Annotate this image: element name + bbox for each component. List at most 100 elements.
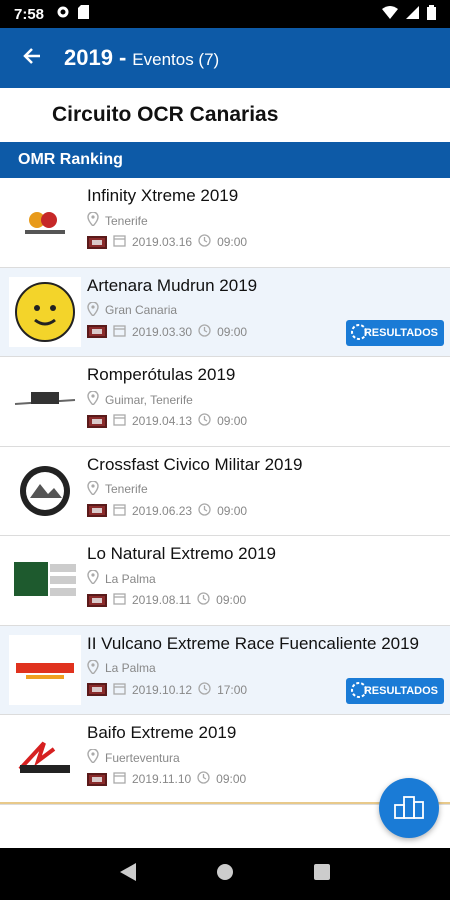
back-button[interactable] xyxy=(0,28,64,88)
event-row[interactable]: Lo Natural Extremo 2019 La Palma 2019.08… xyxy=(0,536,450,626)
event-location-text: Guimar, Tenerife xyxy=(105,392,193,407)
event-meta: 2019.03.16 09:00 xyxy=(87,234,247,250)
event-location-text: Fuerteventura xyxy=(105,750,180,765)
map-pin-icon xyxy=(87,479,99,498)
event-location-text: Tenerife xyxy=(105,213,148,228)
section-header: OMR Ranking xyxy=(0,142,450,178)
signal-icon xyxy=(406,5,419,23)
event-location-text: Gran Canaria xyxy=(105,303,178,317)
results-button[interactable]: RESULTADOS xyxy=(346,677,444,704)
calendar-icon xyxy=(113,592,126,608)
nav-back-icon[interactable] xyxy=(120,862,136,886)
event-location: La Palma xyxy=(87,658,156,677)
page-title: 2019 - Eventos (7) xyxy=(64,45,219,71)
calendar-icon xyxy=(113,234,126,250)
clock-icon xyxy=(198,323,211,340)
map-pin-icon xyxy=(87,211,99,229)
calendar-icon xyxy=(113,682,126,698)
app-bar: 2019 - Eventos (7) xyxy=(0,28,450,88)
canary-flag-icon xyxy=(87,325,107,338)
event-meta: 2019.08.11 09:00 xyxy=(87,592,246,608)
results-button-label: RESULTADOS xyxy=(363,326,438,339)
event-title: Lo Natural Extremo 2019 xyxy=(87,544,276,563)
event-location: Fuerteventura xyxy=(87,748,180,766)
clock-icon xyxy=(198,413,211,429)
event-location: Tenerife xyxy=(87,211,148,229)
event-row[interactable]: Infinity Xtreme 2019 Tenerife 2019.03.16… xyxy=(0,178,450,268)
calendar-icon xyxy=(113,771,126,787)
event-title: Romperótulas 2019 xyxy=(87,365,236,384)
event-meta: 2019.10.12 17:00 xyxy=(87,681,247,698)
clock-icon xyxy=(198,681,211,698)
badge-gear-icon xyxy=(348,321,370,343)
event-list: Infinity Xtreme 2019 Tenerife 2019.03.16… xyxy=(0,178,450,805)
event-title: Infinity Xtreme 2019 xyxy=(87,186,239,205)
event-logo xyxy=(9,724,81,794)
event-location-text: La Palma xyxy=(105,661,156,675)
ranking-podium-icon xyxy=(394,793,424,824)
title-subtitle: Eventos (7) xyxy=(132,50,220,69)
event-meta: 2019.03.30 09:00 xyxy=(87,323,248,340)
event-row[interactable]: Artenara Mudrun 2019 Gran Canaria 2019.0… xyxy=(0,267,450,357)
title-separator: - xyxy=(118,45,127,70)
calendar-icon xyxy=(113,413,126,429)
canary-flag-icon xyxy=(87,414,107,428)
event-date: 2019.11.10 xyxy=(132,772,192,786)
results-button-label: RESULTADOS xyxy=(363,684,438,697)
event-title: Artenara Mudrun 2019 xyxy=(87,275,258,295)
canary-flag-icon xyxy=(87,504,107,517)
map-pin-icon xyxy=(87,748,99,766)
clock-icon xyxy=(198,502,211,519)
event-row[interactable]: Crossfast Civico Militar 2019 Tenerife 2… xyxy=(0,446,450,536)
event-date: 2019.04.13 xyxy=(132,414,193,428)
canary-flag-icon xyxy=(87,683,107,696)
event-meta: 2019.06.23 09:00 xyxy=(87,502,248,519)
event-location: Tenerife xyxy=(87,479,148,498)
event-time: 09:00 xyxy=(217,324,248,339)
canary-flag-icon xyxy=(87,772,107,786)
event-title: II Vulcano Extreme Race Fuencaliente 201… xyxy=(87,633,420,653)
event-row[interactable]: Romperótulas 2019 Guimar, Tenerife 2019.… xyxy=(0,357,450,447)
ranking-fab-button[interactable] xyxy=(379,778,439,838)
event-logo xyxy=(9,455,81,526)
system-nav-bar xyxy=(0,848,450,900)
event-time: 09:00 xyxy=(217,235,248,249)
event-title: Crossfast Civico Militar 2019 xyxy=(87,454,303,474)
event-title: Baifo Extreme 2019 xyxy=(87,723,237,742)
event-meta: 2019.04.13 09:00 xyxy=(87,413,247,429)
map-pin-icon xyxy=(87,300,99,319)
circuit-name: Circuito OCR Canarias xyxy=(0,88,450,142)
status-bar: 7:58 xyxy=(0,0,450,28)
event-date: 2019.10.12 xyxy=(132,682,193,697)
canary-flag-icon xyxy=(87,593,107,607)
event-time: 09:00 xyxy=(217,503,248,518)
event-time: 09:00 xyxy=(217,414,248,428)
calendar-icon xyxy=(113,503,126,519)
clock-icon xyxy=(197,592,210,608)
event-row[interactable]: Baifo Extreme 2019 Fuerteventura 2019.11… xyxy=(0,715,450,805)
status-time: 7:58 xyxy=(14,5,45,23)
event-logo xyxy=(9,634,81,705)
clock-icon xyxy=(197,771,210,787)
event-meta: 2019.11.10 09:00 xyxy=(87,771,246,787)
nav-home-icon[interactable] xyxy=(216,863,234,886)
map-pin-icon xyxy=(87,569,99,587)
title-year: 2019 xyxy=(64,45,113,70)
nav-recents-icon[interactable] xyxy=(314,863,330,885)
event-location-text: La Palma xyxy=(105,571,156,586)
event-logo xyxy=(9,187,81,257)
clock-icon xyxy=(198,234,211,250)
event-date: 2019.06.23 xyxy=(132,503,193,518)
event-logo xyxy=(9,276,81,347)
arrow-left-icon xyxy=(22,46,42,71)
event-location: Guimar, Tenerife xyxy=(87,390,193,408)
event-logo xyxy=(9,545,81,615)
results-button[interactable]: RESULTADOS xyxy=(346,319,444,346)
canary-flag-icon xyxy=(87,235,107,249)
sd-card-icon xyxy=(78,5,90,23)
event-date: 2019.03.16 xyxy=(132,235,193,249)
event-location-text: Tenerife xyxy=(105,482,148,496)
event-location: Gran Canaria xyxy=(87,300,178,319)
event-location: La Palma xyxy=(87,569,156,587)
event-row[interactable]: II Vulcano Extreme Race Fuencaliente 201… xyxy=(0,625,450,715)
